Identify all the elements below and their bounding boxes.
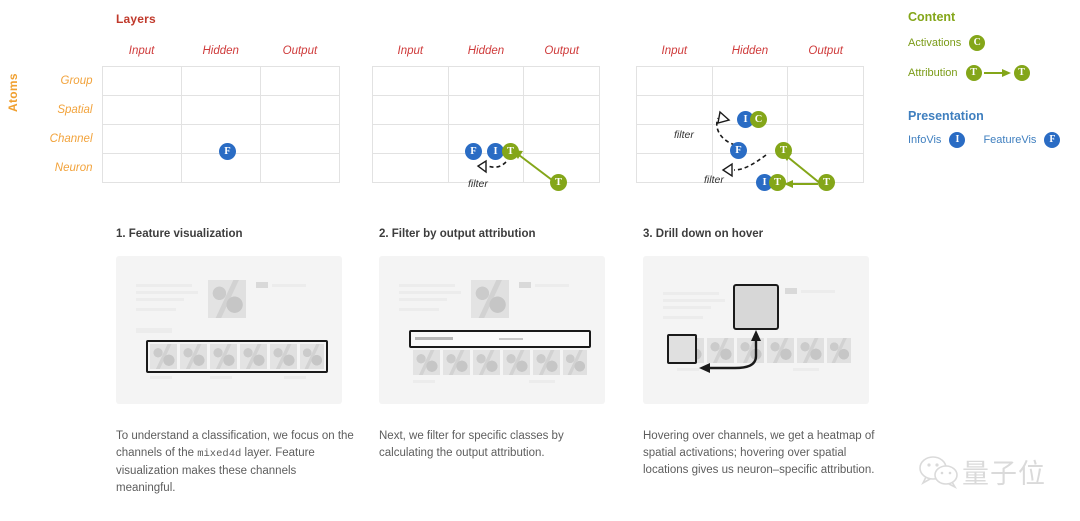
matrix-diagram-3: Input Hidden Output I C F T I T T filter… xyxy=(636,0,886,220)
featurevis-badge-icon: F xyxy=(1044,132,1061,148)
legend-row-presentation: InfoVis I FeatureVis F xyxy=(908,132,1080,148)
cell-spatial-input xyxy=(101,95,182,125)
cell-channel-output xyxy=(523,124,600,154)
panel-3-hover-arrows xyxy=(699,330,761,373)
grid-corner xyxy=(40,36,102,67)
legend-activations-label: Activations xyxy=(908,37,962,49)
cell-group-hidden xyxy=(180,66,261,96)
cell-group-input xyxy=(101,66,182,96)
matrix-2-grid: Input Hidden Output xyxy=(372,36,600,183)
column-header-output: Output xyxy=(523,36,600,67)
cell-channel-output xyxy=(787,124,864,154)
cell-spatial-hidden xyxy=(180,95,261,125)
column-header-input: Input xyxy=(102,36,182,67)
panel-3-title: 3. Drill down on hover xyxy=(643,228,764,240)
panel-2-figure[interactable] xyxy=(379,256,605,404)
infovis-badge-icon: I xyxy=(949,132,966,148)
cell-neuron-hidden xyxy=(180,153,261,183)
column-header-input: Input xyxy=(636,36,713,67)
column-header-hidden: Hidden xyxy=(181,36,261,67)
cell-spatial-output xyxy=(523,95,600,125)
cell-group-output xyxy=(523,66,600,96)
badge-featurevis-m2[interactable]: F xyxy=(465,143,482,160)
badge-attribution-m2[interactable]: T xyxy=(502,143,519,160)
cell-neuron-output xyxy=(259,153,341,183)
panel-2-caption-part1: Next, we filter for specific classes by … xyxy=(379,430,564,459)
cell-spatial-hidden xyxy=(447,95,525,125)
cell-group-output xyxy=(787,66,864,96)
cell-channel-input xyxy=(101,124,182,154)
legend-attribution-label: Attribution xyxy=(908,67,958,79)
activations-badge-icon: C xyxy=(969,35,986,51)
matrix-1-grid: Input Hidden Output Group Spatial Channe… xyxy=(40,36,341,183)
panel-2-title: 2. Filter by output attribution xyxy=(379,228,536,240)
legend-content-heading: Content xyxy=(908,10,956,24)
badge-attribution-output-m2[interactable]: T xyxy=(550,174,567,191)
matrix-diagram-1: Layers Input Hidden Output Group Spatial xyxy=(0,0,352,220)
cell-channel-output xyxy=(259,124,341,154)
badge-attribution-output-m3[interactable]: T xyxy=(818,174,835,191)
row-header-group: Group xyxy=(60,75,93,87)
panel-1-figure[interactable] xyxy=(116,256,342,404)
attribution-badge-target-icon: T xyxy=(1013,65,1030,81)
row-header-neuron: Neuron xyxy=(54,162,93,174)
watermark-text: 量子位 xyxy=(962,459,1046,490)
legend-panel: Content Activations C Attribution T T Pr… xyxy=(908,10,1080,148)
matrix-3-grid: Input Hidden Output xyxy=(636,36,864,183)
legend-featurevis-label: FeatureVis xyxy=(983,134,1037,146)
badge-featurevis-channel-m3[interactable]: F xyxy=(730,142,747,159)
cell-group-input xyxy=(636,66,713,96)
panel-3-figure[interactable] xyxy=(643,256,869,404)
panel-1-title: 1. Feature visualization xyxy=(116,228,243,240)
wechat-icon xyxy=(919,455,958,489)
filter-label-m2: filter xyxy=(468,178,488,190)
layers-title: Layers xyxy=(116,12,156,26)
column-header-hidden: Hidden xyxy=(448,36,524,67)
panel-1-highlight-box xyxy=(146,340,328,373)
cell-spatial-input xyxy=(636,95,713,125)
cell-group-output xyxy=(259,66,341,96)
cell-channel-input xyxy=(372,124,449,154)
cell-spatial-output xyxy=(259,95,341,125)
legend-row-attribution: Attribution T T xyxy=(908,63,1080,83)
cell-neuron-input xyxy=(636,153,713,183)
attribution-arrow-icon xyxy=(983,69,1011,77)
row-header-spatial: Spatial xyxy=(57,104,93,116)
matrix-diagrams-region: Atoms Layers Input Hidden Output Group S… xyxy=(0,0,900,220)
column-header-hidden: Hidden xyxy=(712,36,788,67)
badge-attribution-neuron-m3[interactable]: T xyxy=(769,174,786,191)
cell-group-input xyxy=(372,66,449,96)
badge-activations-spatial-m3[interactable]: C xyxy=(750,111,767,128)
attribution-badge-source-icon: T xyxy=(965,65,982,81)
filter-label-upper-m3: filter xyxy=(674,129,694,141)
cell-group-hidden xyxy=(711,66,789,96)
panel-3-caption-part1: Hovering over channels, we get a heatmap… xyxy=(643,430,875,476)
cell-neuron-input xyxy=(101,153,182,183)
column-header-input: Input xyxy=(372,36,449,67)
panel-1-caption: To understand a classification, we focus… xyxy=(116,428,356,497)
panel-feature-visualization: 1. Feature visualization To understand a… xyxy=(116,228,356,497)
panel-3-caption: Hovering over channels, we get a heatmap… xyxy=(643,428,883,480)
matrix-diagram-2: Input Hidden Output F I T T filter xyxy=(372,0,604,220)
legend-infovis-label: InfoVis xyxy=(908,134,942,146)
column-header-output: Output xyxy=(787,36,864,67)
cell-spatial-output xyxy=(787,95,864,125)
panel-filter-by-output-attribution: 2. Filter by output attribution Next, we… xyxy=(379,228,619,463)
badge-attribution-channel-m3[interactable]: T xyxy=(775,142,792,159)
panel-drill-down-on-hover: 3. Drill down on hover Hovering over cha… xyxy=(643,228,883,480)
panel-2-caption: Next, we filter for specific classes by … xyxy=(379,428,619,463)
filter-label-lower-m3: filter xyxy=(704,174,724,186)
watermark: 量子位 xyxy=(918,452,1046,491)
legend-row-activations: Activations C xyxy=(908,33,1080,53)
row-header-channel: Channel xyxy=(49,133,93,145)
cell-group-hidden xyxy=(447,66,525,96)
cell-spatial-input xyxy=(372,95,449,125)
badge-featurevis-m1[interactable]: F xyxy=(219,143,236,160)
column-header-output: Output xyxy=(260,36,340,67)
legend-presentation-heading: Presentation xyxy=(908,109,984,123)
cell-neuron-input xyxy=(372,153,449,183)
panel-1-caption-code: mixed4d xyxy=(197,448,242,460)
